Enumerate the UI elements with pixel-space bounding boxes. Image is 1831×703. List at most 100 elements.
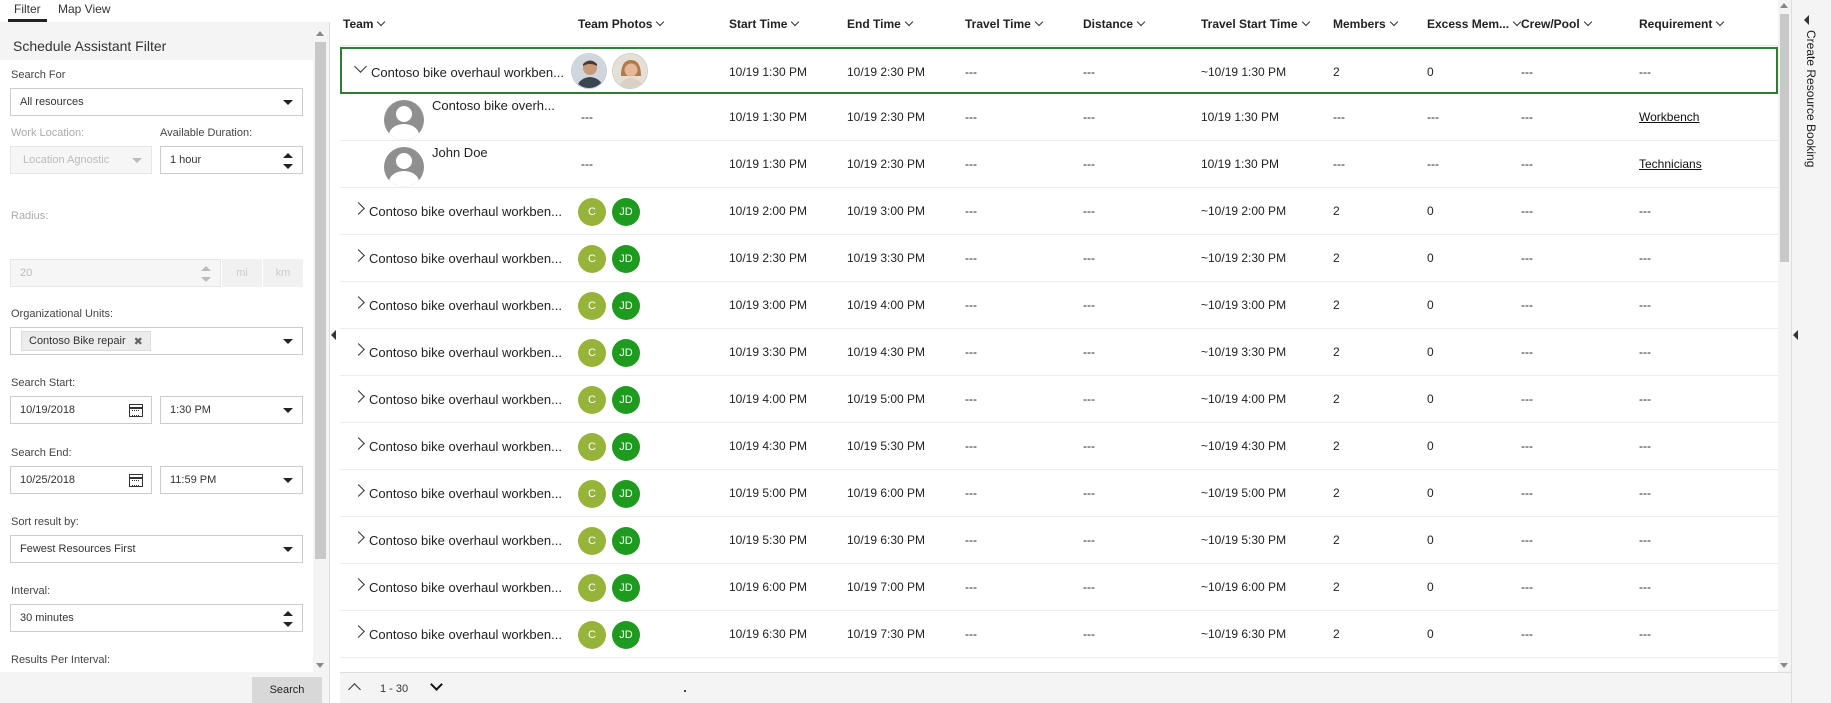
expand-row-icon[interactable] xyxy=(352,625,365,638)
column-header-requirement[interactable]: Requirement xyxy=(1639,17,1725,31)
start-time: 10/19 5:30 PM xyxy=(729,533,808,547)
interval-stepper[interactable]: 30 minutes xyxy=(10,604,303,632)
expand-row-icon[interactable] xyxy=(352,484,365,497)
chevron-down-icon xyxy=(283,478,293,483)
scroll-up-icon[interactable] xyxy=(1780,3,1788,8)
table-row[interactable]: Contoso bike overhaul workben... C JD 10/19… xyxy=(340,329,1778,376)
travel-start-time: ~10/19 2:00 PM xyxy=(1201,204,1287,218)
column-header-members[interactable]: Members xyxy=(1333,17,1398,31)
tab-filter[interactable]: Filter xyxy=(14,2,41,16)
filter-title: Schedule Assistant Filter xyxy=(13,38,167,54)
table-row[interactable]: Contoso bike overhaul workben... C JD 10/19… xyxy=(340,470,1778,517)
column-header-team[interactable]: Team xyxy=(343,17,386,31)
expand-row-icon[interactable] xyxy=(352,578,365,591)
expand-row-icon[interactable] xyxy=(352,202,365,215)
collapse-row-icon[interactable] xyxy=(354,60,367,73)
chevron-down-icon[interactable] xyxy=(430,678,443,691)
radius-unit-km[interactable]: km xyxy=(262,259,303,287)
search-end-date-field[interactable]: 10/25/2018 xyxy=(10,466,152,494)
members: 2 xyxy=(1333,533,1340,547)
radius-stepper[interactable]: 20 xyxy=(10,259,221,287)
table-row[interactable]: Contoso bike overhaul workben... C JD 10/19… xyxy=(340,188,1778,235)
requirement-link[interactable]: Workbench xyxy=(1639,110,1699,124)
create-booking-rail[interactable]: Create Resource Booking xyxy=(1791,0,1831,703)
scrollbar-thumb[interactable] xyxy=(315,42,326,559)
spinner-icon[interactable] xyxy=(283,611,293,627)
radius-label: Radius: xyxy=(11,210,49,222)
distance: --- xyxy=(1083,533,1095,547)
travel-time: --- xyxy=(965,298,977,312)
search-start-time-select[interactable]: 1:30 PM xyxy=(160,396,303,424)
column-header-travel-time[interactable]: Travel Time xyxy=(965,17,1044,31)
expand-row-icon[interactable] xyxy=(352,249,365,262)
expand-row-icon[interactable] xyxy=(352,437,365,450)
expand-panel-icon[interactable] xyxy=(1793,330,1798,340)
travel-start-time: 10/19 1:30 PM xyxy=(1201,110,1280,124)
work-location-select[interactable]: Location Agnostic xyxy=(10,146,152,174)
member-avatar: JD xyxy=(612,574,640,602)
search-end-time-select[interactable]: 11:59 PM xyxy=(160,466,303,494)
scroll-down-icon[interactable] xyxy=(1780,663,1788,668)
expand-row-icon[interactable] xyxy=(352,343,365,356)
member-photo xyxy=(571,53,607,89)
search-start-label: Search Start: xyxy=(11,377,76,389)
search-for-select[interactable]: All resources xyxy=(10,88,303,116)
scroll-up-icon[interactable] xyxy=(316,31,324,36)
column-header-start-time[interactable]: Start Time xyxy=(729,17,800,31)
column-header-distance[interactable]: Distance xyxy=(1083,17,1146,31)
scrollbar-thumb[interactable] xyxy=(1780,14,1789,262)
table-row[interactable]: Contoso bike overhaul workben... C JD 10/19… xyxy=(340,517,1778,564)
requirement-link[interactable]: Technicians xyxy=(1639,157,1702,171)
radius-unit-mi[interactable]: mi xyxy=(221,259,262,287)
table-row[interactable]: Contoso bike overhaul workben... C JD 10/19… xyxy=(340,423,1778,470)
column-header-team-photos[interactable]: Team Photos xyxy=(578,17,665,31)
column-header-travel-start-time[interactable]: Travel Start Time xyxy=(1201,17,1310,31)
column-header-excess-members[interactable]: Excess Mem... xyxy=(1427,17,1522,31)
table-row-sub[interactable]: Contoso bike overh... --- 10/19 1:30 PM … xyxy=(340,94,1778,141)
table-row[interactable]: Contoso bike overhaul workben... C JD 10/19… xyxy=(340,611,1778,658)
excess-members: --- xyxy=(1427,157,1439,171)
spinner-icon[interactable] xyxy=(201,266,211,282)
column-header-crew-pool[interactable]: Crew/Pool xyxy=(1521,17,1592,31)
calendar-icon[interactable] xyxy=(129,404,143,417)
chevron-down-icon xyxy=(656,17,665,27)
collapse-filter-toggle[interactable] xyxy=(331,280,339,390)
results-per-interval-label: Results Per Interval: xyxy=(11,654,111,666)
search-button[interactable]: Search xyxy=(252,677,322,703)
available-duration-stepper[interactable]: 1 hour xyxy=(160,146,303,174)
create-booking-title[interactable]: Create Resource Booking xyxy=(1804,30,1818,167)
table-row-selected[interactable]: Contoso bike overhaul workben... 10/19 1… xyxy=(340,47,1778,94)
column-header-end-time[interactable]: End Time xyxy=(847,17,914,31)
chevron-down-icon xyxy=(283,547,293,552)
calendar-icon[interactable] xyxy=(129,474,143,487)
end-time: 10/19 6:30 PM xyxy=(847,533,926,547)
org-units-lookup[interactable]: Contoso Bike repair ✖ xyxy=(10,327,303,355)
members: 2 xyxy=(1333,345,1340,359)
excess-members: 0 xyxy=(1427,251,1434,265)
grid-scrollbar[interactable] xyxy=(1778,0,1791,672)
tab-map-view[interactable]: Map View xyxy=(58,2,110,16)
expand-row-icon[interactable] xyxy=(352,531,365,544)
remove-icon[interactable]: ✖ xyxy=(134,335,143,348)
scroll-down-icon[interactable] xyxy=(316,663,324,668)
grid-header: Team Team Photos Start Time End Time Tra… xyxy=(340,0,1778,46)
sort-select[interactable]: Fewest Resources First xyxy=(10,535,303,563)
search-start-time: 1:30 PM xyxy=(170,404,211,416)
table-row[interactable]: Contoso bike overhaul workben... C JD 10/19… xyxy=(340,282,1778,329)
filter-scrollbar[interactable] xyxy=(313,28,328,672)
table-row[interactable]: Contoso bike overhaul workben... C JD 10/19… xyxy=(340,235,1778,282)
team-name: Contoso bike overhaul workben... xyxy=(369,627,562,642)
travel-start-time: ~10/19 1:30 PM xyxy=(1201,65,1287,79)
chevron-left-icon[interactable] xyxy=(1804,15,1809,25)
expand-row-icon[interactable] xyxy=(352,390,365,403)
expand-row-icon[interactable] xyxy=(352,296,365,309)
team-name: Contoso bike overhaul workben... xyxy=(369,298,562,313)
search-start-date-field[interactable]: 10/19/2018 xyxy=(10,396,152,424)
spinner-icon[interactable] xyxy=(283,153,293,169)
table-row[interactable]: Contoso bike overhaul workben... C JD 10/19… xyxy=(340,376,1778,423)
table-row[interactable]: Contoso bike overhaul workben... C JD 10/19… xyxy=(340,564,1778,611)
chevron-down-icon xyxy=(791,17,800,27)
table-row-sub[interactable]: John Doe --- 10/19 1:30 PM 10/19 2:30 PM… xyxy=(340,141,1778,188)
chevron-up-icon[interactable] xyxy=(348,683,361,696)
member-avatar: C xyxy=(578,386,606,414)
